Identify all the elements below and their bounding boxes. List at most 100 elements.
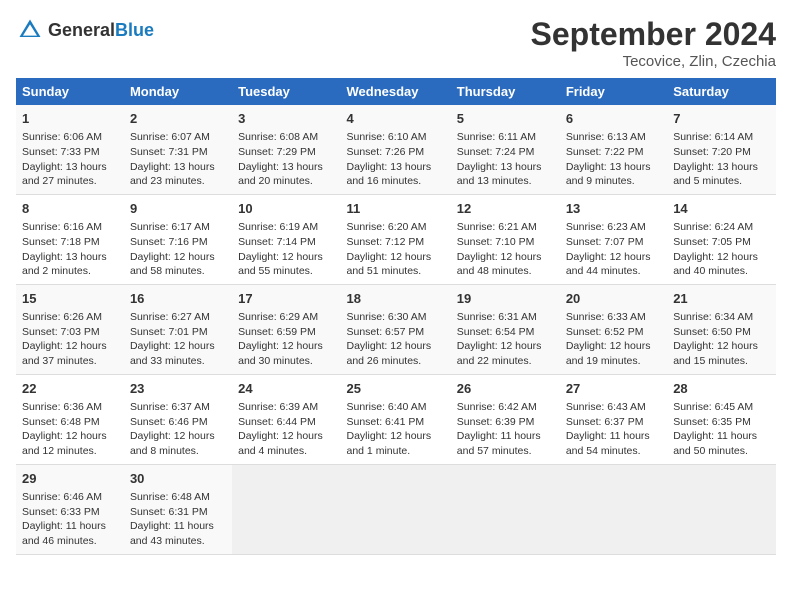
day-number: 30 xyxy=(130,470,226,488)
calendar-cell xyxy=(341,464,451,554)
day-number: 26 xyxy=(457,380,554,398)
day-number: 18 xyxy=(347,290,445,308)
day-number: 6 xyxy=(566,110,661,128)
day-info: Sunrise: 6:43 AMSunset: 6:37 PMDaylight:… xyxy=(566,400,661,459)
calendar-cell: 12 Sunrise: 6:21 AMSunset: 7:10 PMDayligh… xyxy=(451,194,560,284)
day-info: Sunrise: 6:16 AMSunset: 7:18 PMDaylight:… xyxy=(22,220,118,279)
calendar-cell xyxy=(451,464,560,554)
day-info: Sunrise: 6:30 AMSunset: 6:57 PMDaylight:… xyxy=(347,310,445,369)
week-row-3: 15 Sunrise: 6:26 AMSunset: 7:03 PMDayligh… xyxy=(16,284,776,374)
day-number: 8 xyxy=(22,200,118,218)
calendar-cell: 19Sunrise: 6:31 AMSunset: 6:54 PMDayligh… xyxy=(451,284,560,374)
calendar-cell: 1Sunrise: 6:06 AMSunset: 7:33 PMDaylight… xyxy=(16,105,124,194)
day-info: Sunrise: 6:36 AMSunset: 6:48 PMDaylight:… xyxy=(22,400,118,459)
weekday-header-row: SundayMondayTuesdayWednesdayThursdayFrid… xyxy=(16,78,776,105)
calendar-cell: 9Sunrise: 6:17 AMSunset: 7:16 PMDaylight… xyxy=(124,194,232,284)
day-number: 16 xyxy=(130,290,226,308)
calendar-cell: 27 Sunrise: 6:43 AMSunset: 6:37 PMDayligh… xyxy=(560,374,667,464)
day-info: Sunrise: 6:23 AMSunset: 7:07 PMDaylight:… xyxy=(566,220,661,279)
location-title: Tecovice, Zlin, Czechia xyxy=(531,53,776,70)
calendar-cell: 11 Sunrise: 6:20 AMSunset: 7:12 PMDayligh… xyxy=(341,194,451,284)
title-block: September 2024 Tecovice, Zlin, Czechia xyxy=(531,16,776,70)
calendar-cell: 3 Sunrise: 6:08 AMSunset: 7:29 PMDaylight… xyxy=(232,105,340,194)
day-info: Sunrise: 6:19 AMSunset: 7:14 PMDaylight:… xyxy=(238,220,334,279)
calendar-cell: 18 Sunrise: 6:30 AMSunset: 6:57 PMDayligh… xyxy=(341,284,451,374)
calendar-cell: 14 Sunrise: 6:24 AMSunset: 7:05 PMDayligh… xyxy=(667,194,776,284)
weekday-header-monday: Monday xyxy=(124,78,232,105)
day-info: Sunrise: 6:21 AMSunset: 7:10 PMDaylight:… xyxy=(457,220,554,279)
day-number: 11 xyxy=(347,200,445,218)
day-info: Sunrise: 6:10 AMSunset: 7:26 PMDaylight:… xyxy=(347,130,445,189)
day-number: 22 xyxy=(22,380,118,398)
day-info: Sunrise: 6:26 AMSunset: 7:03 PMDaylight:… xyxy=(22,310,118,369)
weekday-header-sunday: Sunday xyxy=(16,78,124,105)
day-number: 19 xyxy=(457,290,554,308)
calendar-table: SundayMondayTuesdayWednesdayThursdayFrid… xyxy=(16,78,776,555)
calendar-cell: 22 Sunrise: 6:36 AMSunset: 6:48 PMDayligh… xyxy=(16,374,124,464)
calendar-cell: 21 Sunrise: 6:34 AMSunset: 6:50 PMDayligh… xyxy=(667,284,776,374)
weekday-header-tuesday: Tuesday xyxy=(232,78,340,105)
weekday-header-wednesday: Wednesday xyxy=(341,78,451,105)
weekday-header-friday: Friday xyxy=(560,78,667,105)
day-info: Sunrise: 6:13 AMSunset: 7:22 PMDaylight:… xyxy=(566,130,661,189)
calendar-cell: 6 Sunrise: 6:13 AMSunset: 7:22 PMDaylight… xyxy=(560,105,667,194)
day-number: 24 xyxy=(238,380,334,398)
calendar-cell: 5 Sunrise: 6:11 AMSunset: 7:24 PMDaylight… xyxy=(451,105,560,194)
day-info: Sunrise: 6:14 AMSunset: 7:20 PMDaylight:… xyxy=(673,130,770,189)
weekday-header-saturday: Saturday xyxy=(667,78,776,105)
day-number: 2 xyxy=(130,110,226,128)
day-info: Sunrise: 6:11 AMSunset: 7:24 PMDaylight:… xyxy=(457,130,554,189)
day-info: Sunrise: 6:34 AMSunset: 6:50 PMDaylight:… xyxy=(673,310,770,369)
logo-general: General xyxy=(48,20,115,40)
week-row-1: 1Sunrise: 6:06 AMSunset: 7:33 PMDaylight… xyxy=(16,105,776,194)
day-number: 13 xyxy=(566,200,661,218)
day-info: Sunrise: 6:17 AMSunset: 7:16 PMDaylight:… xyxy=(130,220,226,279)
day-number: 5 xyxy=(457,110,554,128)
calendar-cell: 20 Sunrise: 6:33 AMSunset: 6:52 PMDayligh… xyxy=(560,284,667,374)
day-number: 25 xyxy=(347,380,445,398)
day-info: Sunrise: 6:24 AMSunset: 7:05 PMDaylight:… xyxy=(673,220,770,279)
day-info: Sunrise: 6:08 AMSunset: 7:29 PMDaylight:… xyxy=(238,130,334,189)
calendar-cell: 4 Sunrise: 6:10 AMSunset: 7:26 PMDaylight… xyxy=(341,105,451,194)
month-title: September 2024 xyxy=(531,16,776,53)
day-info: Sunrise: 6:07 AMSunset: 7:31 PMDaylight:… xyxy=(130,130,226,189)
day-info: Sunrise: 6:20 AMSunset: 7:12 PMDaylight:… xyxy=(347,220,445,279)
calendar-cell: 25Sunrise: 6:40 AMSunset: 6:41 PMDayligh… xyxy=(341,374,451,464)
week-row-4: 22 Sunrise: 6:36 AMSunset: 6:48 PMDayligh… xyxy=(16,374,776,464)
day-info: Sunrise: 6:45 AMSunset: 6:35 PMDaylight:… xyxy=(673,400,770,459)
day-number: 21 xyxy=(673,290,770,308)
day-number: 23 xyxy=(130,380,226,398)
day-number: 29 xyxy=(22,470,118,488)
calendar-cell: 28 Sunrise: 6:45 AMSunset: 6:35 PMDayligh… xyxy=(667,374,776,464)
week-row-5: 29Sunrise: 6:46 AMSunset: 6:33 PMDayligh… xyxy=(16,464,776,554)
weekday-header-thursday: Thursday xyxy=(451,78,560,105)
day-number: 12 xyxy=(457,200,554,218)
calendar-cell: 15 Sunrise: 6:26 AMSunset: 7:03 PMDayligh… xyxy=(16,284,124,374)
day-info: Sunrise: 6:42 AMSunset: 6:39 PMDaylight:… xyxy=(457,400,554,459)
calendar-cell: 16 Sunrise: 6:27 AMSunset: 7:01 PMDayligh… xyxy=(124,284,232,374)
calendar-cell xyxy=(232,464,340,554)
day-info: Sunrise: 6:33 AMSunset: 6:52 PMDaylight:… xyxy=(566,310,661,369)
calendar-cell: 30 Sunrise: 6:48 AMSunset: 6:31 PMDayligh… xyxy=(124,464,232,554)
logo: GeneralBlue xyxy=(16,16,154,44)
logo-text: GeneralBlue xyxy=(48,20,154,41)
day-number: 14 xyxy=(673,200,770,218)
calendar-cell: 10 Sunrise: 6:19 AMSunset: 7:14 PMDayligh… xyxy=(232,194,340,284)
day-number: 15 xyxy=(22,290,118,308)
logo-blue: Blue xyxy=(115,20,154,40)
day-number: 3 xyxy=(238,110,334,128)
calendar-cell xyxy=(667,464,776,554)
day-info: Sunrise: 6:37 AMSunset: 6:46 PMDaylight:… xyxy=(130,400,226,459)
day-info: Sunrise: 6:48 AMSunset: 6:31 PMDaylight:… xyxy=(130,490,226,549)
day-number: 10 xyxy=(238,200,334,218)
day-number: 17 xyxy=(238,290,334,308)
day-number: 27 xyxy=(566,380,661,398)
day-info: Sunrise: 6:27 AMSunset: 7:01 PMDaylight:… xyxy=(130,310,226,369)
day-number: 4 xyxy=(347,110,445,128)
day-number: 20 xyxy=(566,290,661,308)
week-row-2: 8 Sunrise: 6:16 AMSunset: 7:18 PMDaylight… xyxy=(16,194,776,284)
calendar-cell: 2 Sunrise: 6:07 AMSunset: 7:31 PMDaylight… xyxy=(124,105,232,194)
day-number: 28 xyxy=(673,380,770,398)
calendar-cell: 17 Sunrise: 6:29 AMSunset: 6:59 PMDayligh… xyxy=(232,284,340,374)
day-info: Sunrise: 6:29 AMSunset: 6:59 PMDaylight:… xyxy=(238,310,334,369)
